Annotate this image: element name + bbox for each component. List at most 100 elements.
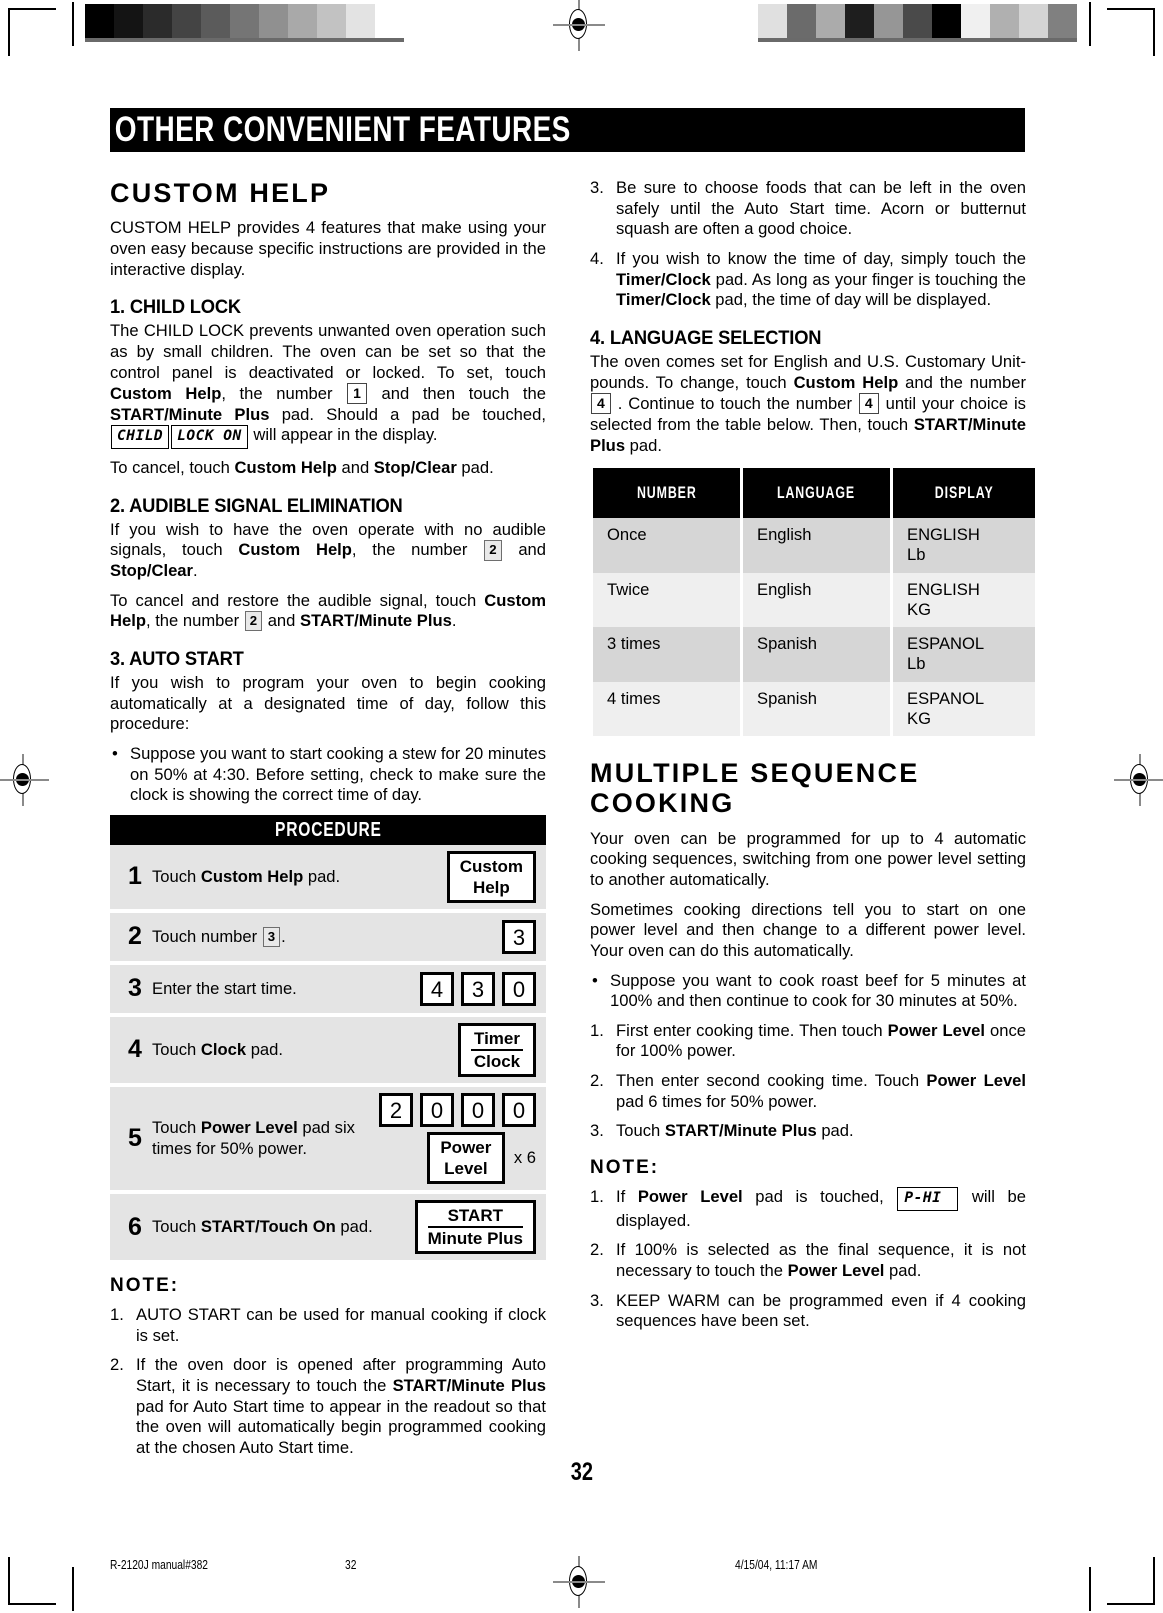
column-header-display: DISPLAY	[893, 468, 1035, 519]
language-selection-table: NUMBER LANGUAGE DISPLAY Once English ENGLI…	[590, 468, 1038, 737]
keypad-digit-2: 2	[379, 1092, 413, 1127]
child-lock-body: The CHILD LOCK prevents unwanted oven op…	[110, 321, 546, 449]
list-marker: 1.	[590, 1020, 604, 1040]
auto-start-body: If you wish to program your oven to begi…	[110, 672, 546, 734]
page-title: OTHER CONVENIENT FEATURES	[110, 108, 842, 152]
list-item: 3. KEEP WARM can be programmed even if 4…	[590, 1291, 1026, 1332]
table-row: Twice English ENGLISH KG	[593, 572, 1035, 628]
gray-swatch-5	[903, 4, 932, 38]
custom-help-bold: Custom Help	[110, 384, 222, 404]
text-run: pad for Auto Start time to appear in the…	[136, 1396, 546, 1458]
note-label-right: NOTE:	[590, 1157, 660, 1179]
step-pad-graphic: 3	[502, 919, 536, 954]
text-run: To cancel, touch	[110, 457, 235, 477]
list-item: 2. Then enter second cooking time. Touch …	[590, 1071, 1026, 1112]
step-text: Touch Power Level pad six times for 50% …	[152, 1118, 355, 1158]
right-column: 3. Be sure to choose foods that can be l…	[590, 178, 1035, 1468]
keypad-digit-0: 0	[502, 1092, 536, 1127]
header-label: NUMBER	[636, 483, 697, 502]
text-run: If	[616, 1187, 638, 1207]
bullet-text: Suppose you want to cook roast beef for …	[610, 970, 1026, 1011]
lcd-lock-on-display: LOCK ON	[171, 425, 248, 449]
column-header-language: LANGUAGE	[743, 468, 890, 519]
step-number: 3	[128, 974, 142, 1003]
control-pad-power: Power Level	[426, 1131, 505, 1185]
text-run: The CHILD LOCK prevents unwanted oven op…	[110, 321, 546, 382]
pad-label-line2: Clock	[473, 1051, 521, 1071]
procedure-row-4: 4 Touch Clock pad. Timer Clock	[110, 1016, 546, 1087]
power-level-bold: Power Level	[787, 1260, 885, 1280]
text-run: .	[193, 560, 198, 580]
procedure-title: PROCEDURE	[274, 818, 382, 841]
list-item: 1. AUTO START can be used for manual coo…	[110, 1305, 546, 1346]
list-item: 2. If the oven door is opened after progr…	[110, 1355, 546, 1458]
list-item: 4. If you wish to know the time of day, s…	[590, 249, 1026, 311]
note-text: Be sure to choose foods that can be left…	[616, 178, 1026, 239]
control-pad-start: START Minute Plus	[414, 1200, 536, 1255]
gray-swatch-2	[143, 4, 172, 38]
cell-number: Once	[593, 518, 740, 573]
key-3-icon: 3	[262, 926, 281, 947]
power-level-bold: Power Level	[887, 1020, 985, 1040]
registration-mark-top	[553, 0, 605, 51]
gray-swatch-1	[114, 4, 143, 38]
procedure-table-header: PROCEDURE	[110, 814, 546, 845]
pad-name-bold: Clock	[200, 1039, 247, 1059]
crop-mark-top-left	[8, 8, 56, 56]
text-run: , the number	[221, 384, 347, 404]
keypad-digit-0: 0	[420, 1092, 454, 1127]
lcd-p-hi-display: P-HI	[897, 1187, 959, 1211]
procedure-table: PROCEDURE 1 Touch Custom Help pad. Custom H…	[110, 814, 546, 1261]
trim-rule-left-bottom	[72, 1567, 74, 1611]
text-run: and	[263, 611, 301, 631]
step-number: 6	[128, 1212, 142, 1241]
step-text: Touch Clock pad.	[152, 1039, 283, 1059]
text-run: and	[336, 457, 374, 477]
gray-swatch-3	[845, 4, 874, 38]
cell-number: Twice	[593, 572, 740, 628]
pad-name-bold: Power Level	[200, 1118, 298, 1138]
table-header-row: NUMBER LANGUAGE DISPLAY	[593, 468, 1035, 519]
text-run: pad 6 times for 50% power.	[616, 1091, 818, 1111]
left-notes: 1. AUTO START can be used for manual coo…	[110, 1305, 546, 1459]
registration-mark-right	[1114, 754, 1163, 806]
list-item: • Suppose you want to cook roast beef for…	[590, 971, 1026, 1012]
keypad-digit-4: 4	[420, 971, 454, 1006]
start-minute-plus-bold: START/Minute Plus	[110, 404, 270, 424]
start-minute-plus-bold: START/Minute Plus	[300, 611, 452, 631]
bullet-text: Suppose you want to start cooking a stew…	[130, 743, 546, 805]
pad-label-line1: START	[427, 1206, 523, 1229]
pad-label-line1: Timer	[471, 1029, 523, 1051]
table-row: 3 times Spanish ESPANOL Lb	[593, 627, 1035, 682]
registration-mark-bottom	[553, 1556, 605, 1608]
key-4-icon: 4	[591, 393, 611, 415]
list-item: 3. Be sure to choose foods that can be l…	[590, 178, 1026, 240]
list-marker: 2.	[590, 1240, 604, 1260]
audible-restore: To cancel and restore the audible signal…	[110, 591, 546, 632]
timer-clock-bold: Timer/Clock	[616, 269, 711, 289]
list-marker: 3.	[590, 1290, 604, 1310]
page-content: OTHER CONVENIENT FEATURES CUSTOM HELP CU…	[110, 108, 1035, 1468]
list-item: • Suppose you want to start cooking a ste…	[110, 744, 546, 806]
cell-language: English	[743, 572, 890, 628]
text-run: If you wish to know the time of day, sim…	[616, 248, 1026, 268]
cell-language: English	[743, 518, 890, 573]
step-pad-graphic: 2 0 0 0 Power Level x 6	[379, 1092, 536, 1185]
cell-display: ESPANOL KG	[893, 681, 1035, 737]
language-body: The oven comes set for English and U.S. …	[590, 352, 1026, 456]
auto-start-bullets: • Suppose you want to start cooking a ste…	[110, 744, 546, 806]
text-run: pad, the time of day will be displayed.	[710, 290, 992, 310]
gray-swatch-8	[990, 4, 1019, 38]
footer-timestamp: 4/15/04, 11:17 AM	[735, 1558, 836, 1572]
pad-press-multiplier: x 6	[513, 1148, 536, 1168]
gray-swatch-10	[375, 4, 404, 38]
crop-mark-bottom-right	[1107, 1557, 1155, 1605]
gray-swatch-10	[1048, 4, 1077, 38]
page-number-value: 32	[570, 1458, 593, 1486]
text-run: pad.	[816, 1121, 854, 1141]
heading-language-selection: 4. LANGUAGE SELECTION	[590, 326, 822, 349]
text-run: To cancel and restore the audible signal…	[110, 590, 485, 610]
text-run: pad.	[884, 1260, 922, 1280]
text-run: Then enter second cooking time. Touch	[616, 1071, 927, 1091]
procedure-row-5: 5 Touch Power Level pad six times for 50%…	[110, 1086, 546, 1195]
